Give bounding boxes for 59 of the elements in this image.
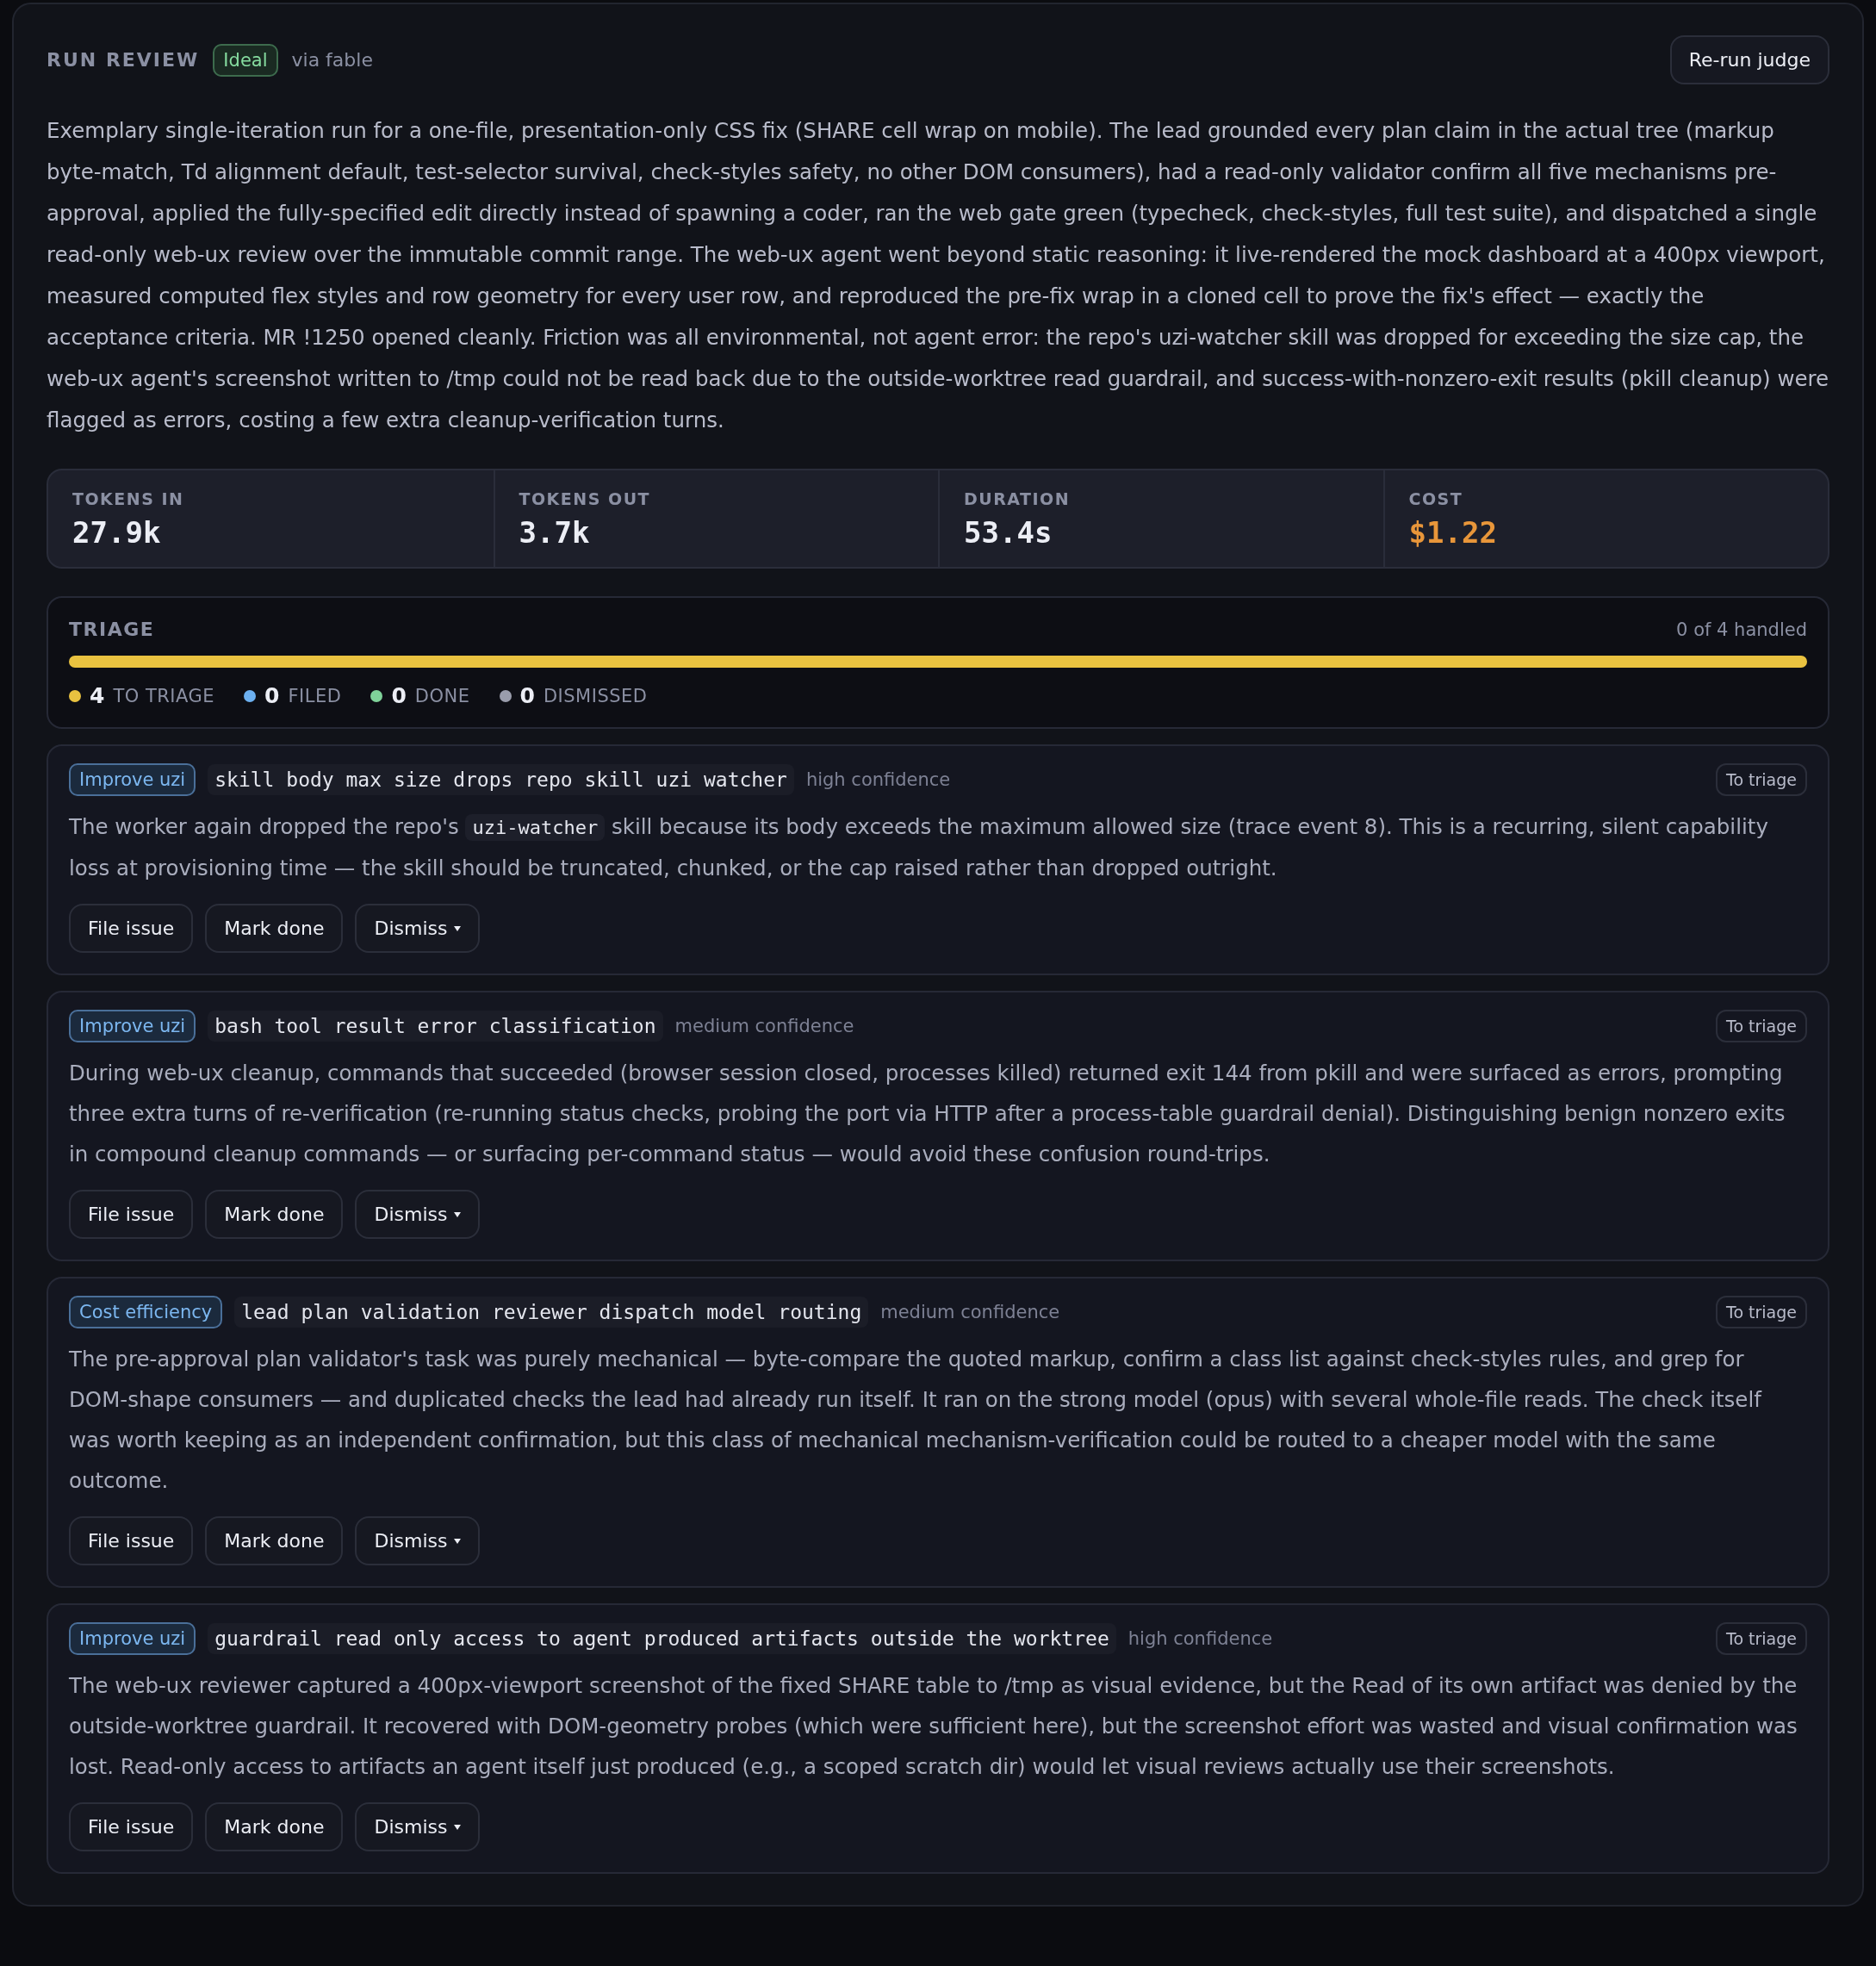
caret-icon	[454, 1538, 462, 1544]
file-issue-button[interactable]: File issue	[69, 1516, 194, 1565]
metric-label: COST	[1408, 489, 1464, 508]
metric-label: TOKENS OUT	[519, 489, 652, 508]
stat-label: FILED	[288, 685, 342, 706]
file-issue-button[interactable]: File issue	[69, 1802, 194, 1851]
category-tag: Improve uzi	[69, 1010, 196, 1042]
mark-done-button[interactable]: Mark done	[205, 1190, 344, 1239]
caret-icon	[454, 1211, 462, 1217]
finding-slug: guardrail read only access to agent produced artifacts outside the worktree	[208, 1623, 1116, 1654]
file-issue-button[interactable]: File issue	[69, 1190, 194, 1239]
confidence-label: medium confidence	[880, 1302, 1060, 1322]
source-label: via fable	[291, 49, 373, 71]
confidence-label: high confidence	[805, 769, 951, 790]
finding-description: During web-ux cleanup, commands that succeeded (browser session closed, processes killed) returned exit 144 from pkill and were surfaced as errors, prompting three extra turns of re-verification (re-running status checks, probing the port via HTTP after a process-table guardrail denial). Distinguishing benign nonzero exits in compound cleanup commands — or surfacing per-command status — would avoid these confusion round-trips.	[69, 1060, 1786, 1168]
triage-title: TRIAGE	[69, 619, 155, 640]
dismiss-button[interactable]: Dismiss	[355, 1802, 481, 1851]
rerun-button[interactable]: Re-run judge	[1669, 35, 1829, 84]
stat-label: DONE	[414, 685, 470, 706]
mark-done-button[interactable]: Mark done	[205, 1802, 344, 1851]
metric-value: 53.4s	[964, 515, 1053, 550]
metric-value: 27.9k	[72, 515, 162, 550]
mark-done-button[interactable]: Mark done	[205, 1516, 344, 1565]
finding-slug: bash tool result error classification	[208, 1011, 663, 1042]
mark-done-button[interactable]: Mark done	[205, 904, 344, 953]
finding-description: The worker again dropped the repo's uzi-watcher skill because its body exceeds the maximum allowed size (trace event 8). This is a recurring, silent capability loss at provisioning time — the skill should be truncated, chunked, or the cap raised rather than dropped outright.	[69, 813, 1769, 882]
stat-count: 4	[90, 683, 105, 708]
metric-label: TOKENS IN	[72, 489, 185, 508]
panel-title: RUN REVIEW	[47, 49, 200, 71]
dismiss-button[interactable]: Dismiss	[355, 1190, 481, 1239]
progress-label: 0 of 4 handled	[1676, 619, 1807, 640]
confidence-label: medium confidence	[674, 1016, 854, 1036]
caret-icon	[454, 925, 462, 931]
category-tag: Cost efficiency	[69, 1296, 223, 1328]
status-badge: To triage	[1716, 1622, 1807, 1655]
verdict-badge: Ideal	[213, 43, 278, 77]
category-tag: Improve uzi	[69, 763, 196, 796]
caret-icon	[454, 1824, 462, 1830]
stat-count: 0	[391, 683, 407, 708]
confidence-label: high confidence	[1127, 1628, 1273, 1649]
dismiss-button[interactable]: Dismiss	[355, 1516, 481, 1565]
finding-description: The pre-approval plan validator's task was purely mechanical — byte-compare the quoted markup, confirm a class list against check-styles rules, and grep for DOM-shape consumers — and duplicated checks the lead had already run itself. It ran on the strong model (opus) with several whole-file reads. The check itself was worth keeping as an independent confirmation, but this class of mechanical mechanism-verification could be routed to a cheaper model with the same outcome.	[69, 1346, 1763, 1495]
metric-value: $1.22	[1408, 515, 1498, 550]
finding-description: The web-ux reviewer captured a 400px-viewport screenshot of the fixed SHARE table to /tmp as visual evidence, but the Read of its own artifact was denied by the outside-worktree guardrail. It recovered with DOM-geometry probes (which were sufficient here), but the screenshot effort was wasted and visual confirmation was lost. Read-only access to artifacts an agent itself just produced (e.g., a scoped scratch dir) would let visual reviews actually use their screenshots.	[69, 1672, 1798, 1781]
stat-count: 0	[264, 683, 280, 708]
metric-label: DURATION	[964, 489, 1072, 508]
file-issue-button[interactable]: File issue	[69, 904, 194, 953]
stat-count: 0	[519, 683, 535, 708]
category-tag: Improve uzi	[69, 1622, 196, 1655]
stat-label: DISMISSED	[543, 685, 648, 706]
status-badge: To triage	[1716, 763, 1807, 796]
status-badge: To triage	[1716, 1010, 1807, 1042]
finding-slug: lead plan validation reviewer dispatch model routing	[234, 1297, 869, 1328]
status-badge: To triage	[1716, 1296, 1807, 1328]
summary-text: Exemplary single-iteration run for a one-file, presentation-only CSS fix (SHARE cell wrap on mobile). The lead grounded every plan claim in the actual tree (markup byte-match, Td alignment default, test-selector survival, check-styles safety, no other DOM consumers), had a read-only validator confirm all five mechanisms pre-approval, applied the fully-specified edit directly instead of spawning a coder, ran the web gate green (typecheck, check-styles, full test suite), and dispatched a single read-only web-ux review over the immutable commit range. The web-ux agent went beyond static reasoning: it live-rendered the mock dashboard at a 400px viewport, measured computed flex styles and row geometry for every user row, and reproduced the pre-fix wrap in a cloned cell to prove the fix's effect — exactly the acceptance criteria. MR !1250 opened cleanly. Friction was all environmental, not agent error: the repo's uzi-watcher skill was dropped for exceeding the size cap, the web-ux agent's screenshot written to /tmp could not be read back due to the outside-worktree read guardrail, and success-with-nonzero-exit results (pkill cleanup) were flagged as errors, costing a few extra cleanup-verification turns.	[47, 117, 1829, 434]
dismiss-button[interactable]: Dismiss	[355, 904, 481, 953]
metric-value: 3.7k	[519, 515, 591, 550]
finding-slug: skill body max size drops repo skill uzi watcher	[208, 764, 794, 795]
stat-label: TO TRIAGE	[113, 685, 215, 706]
